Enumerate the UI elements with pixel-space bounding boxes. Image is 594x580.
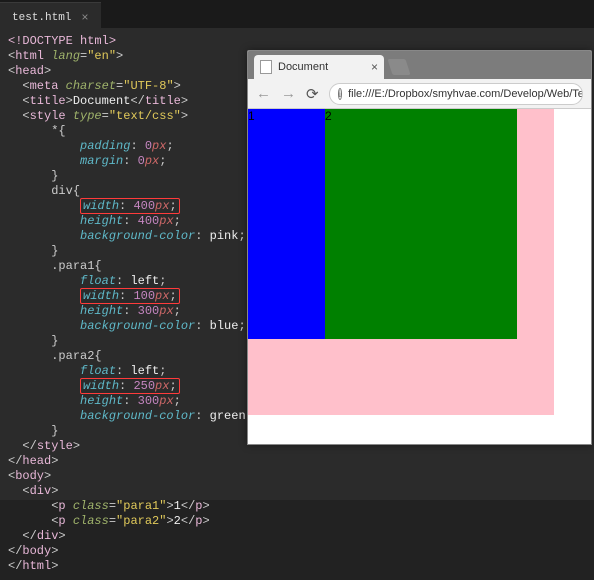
code-line: <!DOCTYPE html> bbox=[8, 34, 116, 48]
highlight-box: width: 400px; bbox=[80, 198, 180, 214]
rendered-para1: 1 bbox=[248, 109, 325, 339]
browser-tab-title: Document bbox=[278, 61, 328, 73]
browser-viewport: 1 2 bbox=[248, 109, 591, 444]
rendered-para2: 2 bbox=[325, 109, 517, 339]
url-text: file:///E:/Dropbox/smyhvae.com/Develop/W… bbox=[348, 88, 583, 100]
forward-button[interactable]: → bbox=[281, 85, 296, 102]
reload-button[interactable]: ⟳ bbox=[306, 85, 319, 103]
info-icon[interactable]: i bbox=[338, 88, 343, 100]
highlight-box: width: 250px; bbox=[80, 378, 180, 394]
browser-window: Document × ← → ⟳ i file:///E:/Dropbox/sm… bbox=[247, 50, 592, 445]
close-icon[interactable]: × bbox=[371, 60, 378, 74]
rendered-div: 1 2 bbox=[248, 109, 554, 415]
tab-filename: test.html bbox=[12, 12, 71, 24]
browser-tabbar: Document × bbox=[248, 51, 591, 79]
new-tab-button[interactable] bbox=[387, 59, 410, 75]
highlight-box: width: 100px; bbox=[80, 288, 180, 304]
editor-tabbar: test.html × bbox=[0, 0, 594, 28]
address-bar[interactable]: i file:///E:/Dropbox/smyhvae.com/Develop… bbox=[329, 83, 583, 105]
close-icon[interactable]: × bbox=[81, 11, 88, 25]
browser-toolbar: ← → ⟳ i file:///E:/Dropbox/smyhvae.com/D… bbox=[248, 79, 591, 109]
editor-tab[interactable]: test.html × bbox=[0, 2, 101, 28]
browser-tab[interactable]: Document × bbox=[254, 55, 384, 79]
document-icon bbox=[260, 60, 272, 74]
back-button[interactable]: ← bbox=[256, 85, 271, 102]
